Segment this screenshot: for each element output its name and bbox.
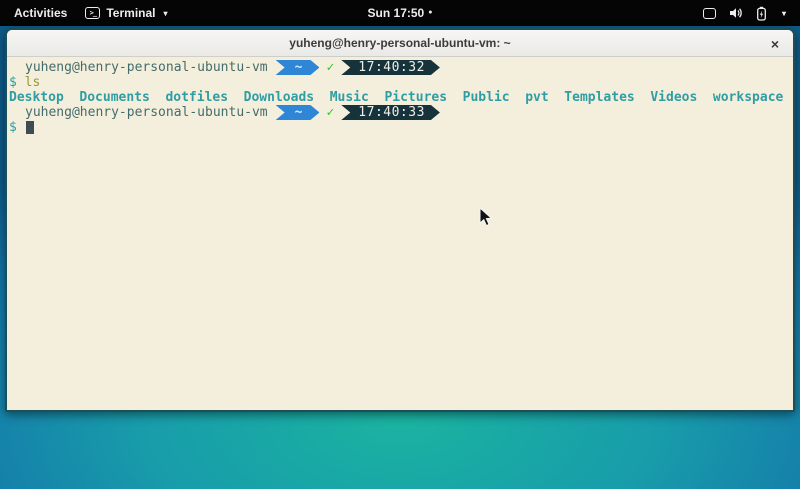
directory-entry: Templates [564, 90, 634, 105]
directory-entry: dotfiles [165, 90, 228, 105]
directory-entry: Desktop [9, 90, 64, 105]
display-icon [703, 8, 716, 19]
terminal-window: yuheng@henry-personal-ubuntu-vm: ~ × yuh… [5, 28, 795, 412]
input-line: $ [9, 120, 793, 135]
chevron-down-icon: ▾ [782, 9, 786, 18]
prompt-path-badge: ~ [276, 105, 320, 120]
command-text: ls [25, 75, 41, 90]
prompt-line-1: yuheng@henry-personal-ubuntu-vm ~ ✓ 17:4… [9, 60, 793, 75]
prompt-line-2: yuheng@henry-personal-ubuntu-vm ~ ✓ 17:4… [9, 105, 793, 120]
prompt-user-host: yuheng@henry-personal-ubuntu-vm [9, 60, 268, 75]
directory-entry: workspace [713, 90, 783, 105]
app-menu[interactable]: >_ Terminal ▾ [85, 6, 167, 20]
activities-button[interactable]: Activities [10, 4, 71, 22]
prompt-user-host: yuheng@henry-personal-ubuntu-vm [9, 105, 268, 120]
terminal-content[interactable]: yuheng@henry-personal-ubuntu-vm ~ ✓ 17:4… [7, 57, 793, 410]
directory-entry: Documents [79, 90, 149, 105]
top-bar: Activities >_ Terminal ▾ Sun 17:50 ● ▾ [0, 0, 800, 26]
command-line: $ ls [9, 75, 793, 90]
prompt-symbol: $ [9, 120, 17, 135]
close-button[interactable]: × [771, 30, 779, 57]
volume-icon [729, 7, 743, 19]
prompt-time-badge: 17:40:33 [341, 105, 440, 120]
directory-entry: pvt [525, 90, 548, 105]
app-menu-label: Terminal [106, 6, 155, 20]
terminal-cursor [26, 121, 34, 134]
prompt-path-badge: ~ [276, 60, 320, 75]
directory-entry: Videos [650, 90, 697, 105]
clock[interactable]: Sun 17:50 [368, 6, 425, 20]
check-icon: ✓ [326, 60, 334, 75]
window-titlebar[interactable]: yuheng@henry-personal-ubuntu-vm: ~ × [7, 30, 793, 57]
terminal-app-icon: >_ [85, 7, 100, 19]
directory-entry: Music [330, 90, 369, 105]
window-title: yuheng@henry-personal-ubuntu-vm: ~ [289, 36, 510, 50]
notification-dot-icon: ● [428, 0, 432, 26]
prompt-symbol: $ [9, 75, 17, 90]
system-status-area[interactable]: ▾ [703, 6, 800, 21]
check-icon: ✓ [326, 105, 334, 120]
ls-output-row: Desktop Documents dotfiles Downloads Music Pi… [9, 90, 793, 105]
directory-entry: Downloads [244, 90, 314, 105]
chevron-down-icon: ▾ [163, 9, 167, 18]
battery-charging-icon [756, 6, 767, 21]
prompt-time-badge: 17:40:32 [341, 60, 440, 75]
directory-entry: Public [463, 90, 510, 105]
directory-entry: Pictures [384, 90, 447, 105]
